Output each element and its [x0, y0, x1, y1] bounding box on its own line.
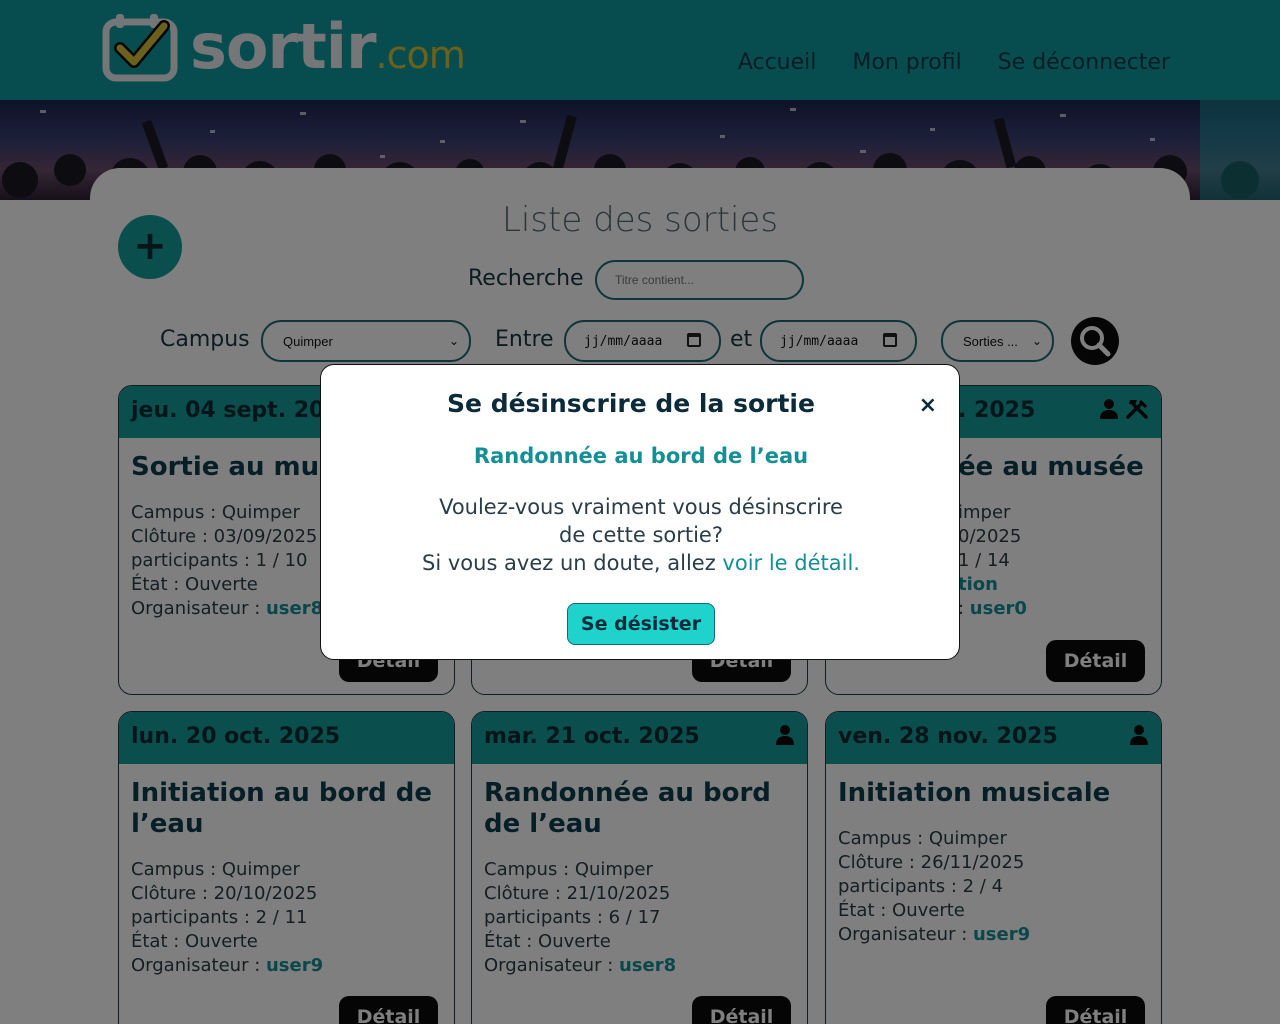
- modal-message-line1: Voulez-vous vraiment vous désinscrire: [439, 495, 843, 519]
- voir-detail-link[interactable]: voir le détail.: [722, 551, 860, 575]
- unsubscribe-modal: Se désinscrire de la sortie × Randonnée …: [320, 364, 960, 660]
- modal-message-line2: de cette sortie?: [558, 523, 723, 547]
- modal-sortie-name: Randonnée au bord de l’eau: [473, 444, 809, 468]
- modal-message-line3: Si vous avez un doute, allez voir le dét…: [422, 551, 860, 575]
- modal-message: Voulez-vous vraiment vous désinscrire de…: [321, 493, 961, 577]
- se-desister-button[interactable]: Se désister: [567, 603, 715, 645]
- close-icon[interactable]: ×: [919, 393, 937, 418]
- modal-title: Se désinscrire de la sortie: [447, 389, 815, 418]
